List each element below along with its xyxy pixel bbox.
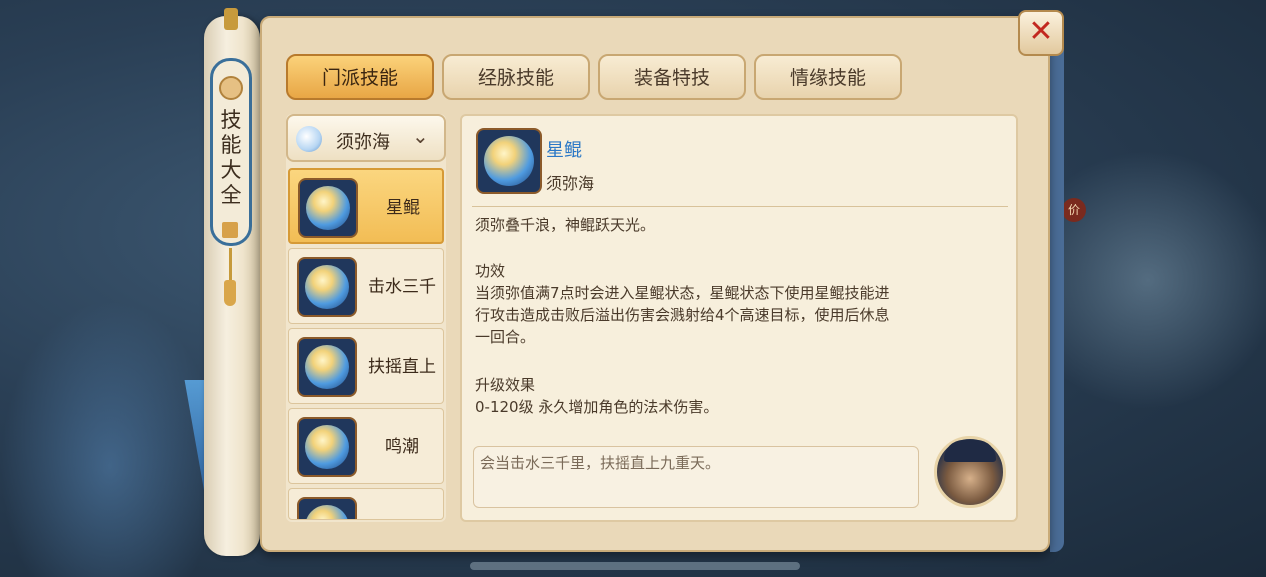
background-badge: 价 (1062, 198, 1086, 222)
skill-item-jishui[interactable]: 击水三千 (288, 248, 444, 324)
background-cloud (1060, 150, 1266, 410)
tassel-icon (224, 280, 236, 306)
skill-item-label: 扶摇直上 (368, 357, 436, 377)
sect-dropdown-value: 须弥海 (336, 132, 390, 153)
skill-item-partial[interactable] (288, 488, 444, 520)
detail-divider (472, 206, 1008, 207)
skill-item-label: 星鲲 (386, 198, 420, 218)
tab-sect-skills[interactable]: 门派技能 (286, 54, 434, 100)
skill-icon-jishui (297, 257, 357, 317)
panel-edge (1050, 24, 1064, 552)
tab-equipment-skills[interactable]: 装备特技 (598, 54, 746, 100)
scrollbar[interactable] (470, 562, 800, 570)
detail-effect-line: 当须弥值满7点时会进入星鲲状态，星鲲状态下使用星鲲技能进 (475, 284, 890, 302)
detail-upgrade-text: 0-120级 永久增加角色的法术伤害。 (475, 398, 719, 416)
skill-item-label: 击水三千 (368, 277, 436, 297)
background-water (0, 300, 220, 577)
seal-icon (222, 222, 238, 238)
skill-icon-mingchao (297, 417, 357, 477)
skill-item-xingkun[interactable]: 星鲲 (288, 168, 444, 244)
close-button[interactable]: ✕ (1018, 10, 1064, 56)
chevron-down-icon: ⌄ (412, 124, 429, 148)
skill-icon-xingkun (298, 178, 358, 238)
skill-item-mingchao[interactable]: 鸣潮 (288, 408, 444, 484)
sect-emblem-icon (296, 126, 322, 152)
scroll-knob-icon (219, 76, 243, 100)
avatar-hat (944, 440, 996, 462)
skill-icon-partial (297, 497, 357, 519)
skill-icon-fuyao (297, 337, 357, 397)
detail-skill-name: 星鲲 (546, 140, 582, 161)
detail-effect-line: 一回合。 (475, 328, 536, 346)
detail-skill-icon (476, 128, 542, 194)
sect-dropdown[interactable]: 须弥海 ⌄ (286, 114, 446, 162)
tassel-string (229, 248, 232, 282)
detail-upgrade-title: 升级效果 (475, 376, 536, 394)
tab-bond-skills[interactable]: 情缘技能 (754, 54, 902, 100)
scroll-rod (224, 8, 238, 30)
page-title: 技能大全 (220, 108, 242, 207)
tab-meridian-skills[interactable]: 经脉技能 (442, 54, 590, 100)
skill-item-fuyao[interactable]: 扶摇直上 (288, 328, 444, 404)
detail-effect-title: 功效 (475, 262, 506, 280)
detail-flavor-text: 须弥叠千浪，神鲲跃天光。 (475, 216, 656, 234)
detail-skill-sect: 须弥海 (546, 174, 595, 193)
quote-text: 会当击水三千里，扶摇直上九重天。 (480, 454, 721, 472)
skill-item-label: 鸣潮 (385, 437, 419, 457)
detail-effect-line: 行攻击造成击败后溢出伤害会溅射给4个高速目标，使用后休息 (475, 306, 890, 324)
